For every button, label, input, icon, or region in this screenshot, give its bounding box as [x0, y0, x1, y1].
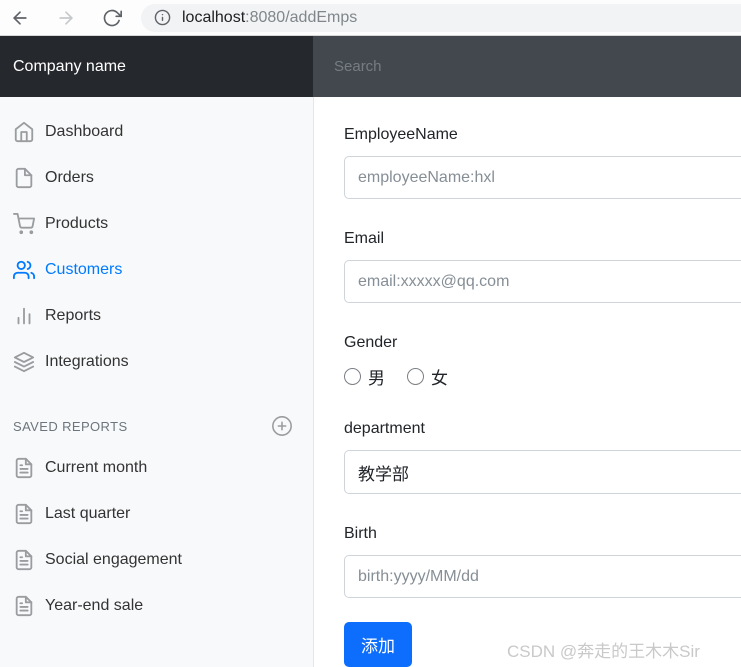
page-content: Dashboard Orders Products Customers Repo… [0, 97, 741, 667]
shopping-cart-icon [13, 213, 35, 235]
birth-field[interactable] [344, 555, 741, 598]
department-group: department 教学部 [344, 417, 741, 494]
gender-radio-female[interactable] [407, 368, 424, 385]
sidebar-item-current-month[interactable]: Current month [0, 445, 313, 491]
sidebar-item-social-engagement[interactable]: Social engagement [0, 537, 313, 583]
sidebar-item-products[interactable]: Products [0, 201, 313, 247]
gender-radio-row: 男 女 [344, 364, 741, 389]
url-host: localhost [182, 8, 246, 26]
sidebar-item-customers[interactable]: Customers [0, 247, 313, 293]
file-text-icon [13, 503, 35, 525]
saved-reports-title: SAVED REPORTS [13, 418, 128, 434]
email-field[interactable] [344, 260, 741, 303]
gender-female-label: 女 [431, 369, 448, 388]
gender-group: Gender 男 女 [344, 331, 741, 389]
department-select[interactable]: 教学部 [344, 450, 741, 494]
sidebar-item-label: Orders [45, 169, 94, 186]
file-text-icon [13, 549, 35, 571]
sidebar: Dashboard Orders Products Customers Repo… [0, 97, 314, 667]
page-info-icon[interactable] [154, 9, 171, 26]
sidebar-item-label: Integrations [45, 353, 129, 370]
employee-name-group: EmployeeName [344, 123, 741, 199]
forward-icon[interactable] [55, 7, 77, 29]
brand-link[interactable]: Company name [0, 36, 313, 97]
add-button[interactable]: 添加 [344, 622, 412, 667]
add-employee-form: EmployeeName Email Gender 男 女 department [314, 97, 741, 667]
url-path: :8080/addEmps [245, 8, 358, 26]
home-icon [13, 121, 35, 143]
saved-reports-heading: SAVED REPORTS [0, 385, 313, 445]
sidebar-item-last-quarter[interactable]: Last quarter [0, 491, 313, 537]
department-label: department [344, 420, 425, 437]
sidebar-item-label: Current month [45, 459, 148, 476]
gender-option-male: 男 [344, 364, 385, 389]
gender-label: Gender [344, 334, 398, 351]
file-text-icon [13, 595, 35, 617]
department-selected-value: 教学部 [358, 464, 409, 484]
address-bar[interactable]: localhost:8080/addEmps [141, 3, 741, 32]
sidebar-item-label: Social engagement [45, 551, 182, 568]
plus-circle-icon[interactable] [271, 415, 293, 437]
back-icon[interactable] [9, 7, 31, 29]
sidebar-item-orders[interactable]: Orders [0, 155, 313, 201]
layers-icon [13, 351, 35, 373]
birth-label: Birth [344, 525, 377, 542]
sidebar-item-label: Last quarter [45, 505, 131, 522]
sidebar-item-integrations[interactable]: Integrations [0, 339, 313, 385]
email-group: Email [344, 227, 741, 303]
email-label: Email [344, 230, 385, 247]
url-text: localhost:8080/addEmps [182, 9, 357, 27]
sidebar-item-label: Customers [45, 261, 123, 278]
bar-chart-icon [13, 305, 35, 327]
users-icon [13, 259, 35, 281]
csdn-watermark: CSDN @奔走的王木木Sir [507, 642, 700, 661]
sidebar-item-label: Dashboard [45, 123, 124, 140]
app-header: Company name [0, 36, 741, 97]
sidebar-item-reports[interactable]: Reports [0, 293, 313, 339]
file-text-icon [13, 457, 35, 479]
sidebar-item-label: Products [45, 215, 109, 232]
employee-name-label: EmployeeName [344, 126, 458, 143]
refresh-icon[interactable] [101, 7, 123, 29]
search-input[interactable] [313, 36, 741, 97]
sidebar-item-dashboard[interactable]: Dashboard [0, 109, 313, 155]
employee-name-field[interactable] [344, 156, 741, 199]
submit-row: 添加 CSDN @奔走的王木木Sir [344, 622, 741, 667]
file-icon [13, 167, 35, 189]
birth-group: Birth [344, 522, 741, 598]
gender-male-label: 男 [368, 369, 385, 388]
browser-toolbar: localhost:8080/addEmps [0, 0, 741, 36]
sidebar-item-year-end-sale[interactable]: Year-end sale [0, 583, 313, 629]
sidebar-item-label: Reports [45, 307, 102, 324]
gender-option-female: 女 [407, 364, 448, 389]
gender-radio-male[interactable] [344, 368, 361, 385]
sidebar-item-label: Year-end sale [45, 597, 144, 614]
